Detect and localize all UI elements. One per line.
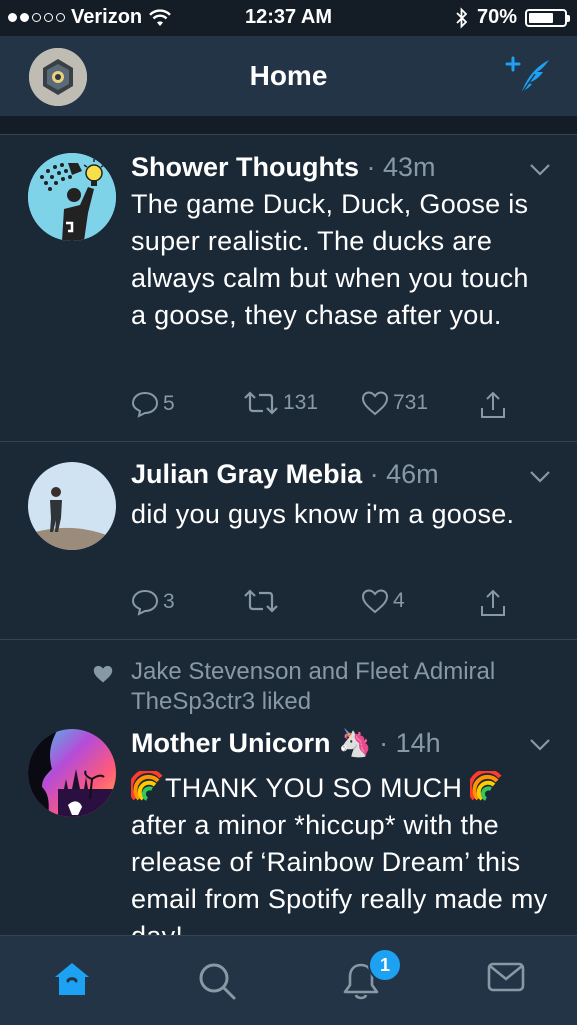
unicorn-avatar [28,729,116,817]
status-right: 70% [455,6,570,29]
reply-count: 3 [163,590,175,613]
like-button[interactable]: 4 [361,588,405,614]
tweet-actions: 5 131 731 [131,390,531,422]
retweet-icon [244,391,278,415]
retweet-count: 131 [283,391,319,414]
tweet-avatar[interactable] [28,153,116,241]
home-icon[interactable] [52,960,92,998]
notification-badge: 1 [368,948,402,982]
author-name[interactable]: Shower Thoughts [131,152,359,182]
chevron-down-icon[interactable] [529,163,551,177]
top-nav-bar: Home [0,36,577,116]
chevron-down-icon[interactable] [529,738,551,752]
reply-button[interactable]: 5 [131,390,175,418]
status-bar: Verizon 12:37 AM 70% [0,0,577,36]
tweet-actions: 3 4 [131,588,531,620]
bluetooth-icon [456,6,468,29]
tweet-avatar[interactable] [28,462,116,550]
tweet-text: The game Duck, Duck, Goose is super real… [131,189,529,330]
battery-percent: 70% [476,6,517,28]
shower-thoughts-logo [28,153,116,241]
unicorn-emoji: 🦄 [338,728,372,758]
search-icon[interactable] [196,960,238,1002]
tweet-timestamp: · 43m [366,152,436,182]
tweet-text: did you guys know i'm a goose. [131,499,515,529]
tweet-card[interactable]: Julian Gray Mebia · 46m did you guys kno… [0,442,577,640]
timeline-gap [0,116,577,135]
author-name[interactable]: Mother Unicorn [131,728,331,758]
like-button[interactable]: 731 [361,390,428,416]
tweet-card[interactable]: Jake Stevenson and Fleet Admiral TheSp3c… [0,640,577,936]
retweet-icon [244,589,278,613]
chevron-down-icon[interactable] [529,470,551,484]
tweet-card[interactable]: Shower Thoughts · 43m The game Duck, Duc… [0,135,577,442]
tweet-timestamp: · 46m [369,459,439,489]
compose-tweet-icon[interactable] [505,54,553,98]
battery-icon [525,8,570,27]
share-icon[interactable] [479,588,507,618]
reply-count: 5 [163,392,175,415]
rainbow-emoji-icon [129,769,163,801]
heart-icon [361,391,389,416]
tweet-avatar[interactable] [28,729,116,817]
bottom-tab-bar: 1 [0,935,577,1025]
social-context[interactable]: Jake Stevenson and Fleet Admiral TheSp3c… [131,657,551,717]
tweet-header: Julian Gray Mebia · 46m [131,459,439,490]
reply-icon [131,391,159,418]
heart-icon [361,589,389,614]
tweet-text-body: after a minor *hiccup* with the release … [131,810,548,936]
retweet-button[interactable] [243,588,283,614]
reply-icon [131,589,159,616]
tweet-text: THANK YOU SO MUCH after a minor *hiccup*… [129,769,551,936]
share-icon[interactable] [479,390,507,420]
tweet-header: Shower Thoughts · 43m [131,152,436,183]
messages-envelope-icon[interactable] [486,960,526,994]
page-title: Home [249,60,328,91]
tweet-header: Mother Unicorn 🦄 · 14h [131,727,441,759]
tweet-text-headline: THANK YOU SO MUCH [165,773,463,803]
like-count: 4 [393,589,405,612]
retweet-button[interactable]: 131 [243,390,318,416]
tweet-timestamp: · 14h [379,728,441,758]
user-photo [28,462,116,550]
liked-heart-icon [93,665,113,683]
like-count: 731 [393,391,429,414]
author-name[interactable]: Julian Gray Mebia [131,459,362,489]
reply-button[interactable]: 3 [131,588,175,616]
rainbow-emoji-icon [467,769,502,801]
